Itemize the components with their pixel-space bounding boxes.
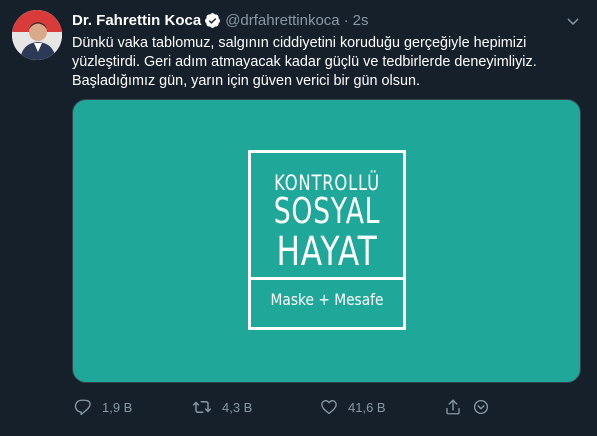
tweet-body: Dr. Fahrettin Koca @drfahrettinkoca · 2s… xyxy=(72,10,583,91)
tweet-text-line: Dünkü vaka tablomuz, salgının ciddiyetin… xyxy=(72,35,527,51)
heart-icon xyxy=(320,398,338,416)
verified-badge-icon xyxy=(204,12,221,29)
timestamp[interactable]: 2s xyxy=(353,12,369,29)
tweet-media-image[interactable]: KONTROLLÜ SOSYAL HAYAT Maske + Mesafe xyxy=(72,99,581,383)
like-button[interactable]: 41,6 B xyxy=(320,398,386,416)
share-icon xyxy=(444,398,462,416)
retweet-button[interactable]: 4,3 B xyxy=(192,398,252,416)
retweet-count: 4,3 B xyxy=(222,399,253,415)
logo-title-block: KONTROLLÜ SOSYAL HAYAT xyxy=(251,153,403,278)
reply-count: 1,9 B xyxy=(102,399,133,415)
tweet-actions: 1,9 B 4,3 B 41,6 B xyxy=(72,398,492,418)
reply-icon xyxy=(74,398,92,416)
reply-button[interactable]: 1,9 B xyxy=(74,398,132,416)
like-count: 41,6 B xyxy=(348,399,386,415)
avatar-image xyxy=(12,10,62,60)
tweet[interactable]: Dr. Fahrettin Koca @drfahrettinkoca · 2s… xyxy=(0,0,597,436)
separator-dot: · xyxy=(343,11,349,29)
share-button[interactable] xyxy=(444,398,490,416)
chevron-down-icon[interactable] xyxy=(565,14,581,30)
logo-line-3: HAYAT xyxy=(276,229,378,275)
campaign-logo: KONTROLLÜ SOSYAL HAYAT Maske + Mesafe xyxy=(248,150,406,330)
logo-divider xyxy=(251,277,403,280)
tweet-text-line: yüzleştirdi. Geri adım atmayacak kadar g… xyxy=(72,54,537,70)
retweet-icon xyxy=(192,398,212,416)
logo-tagline: Maske + Mesafe xyxy=(270,290,384,309)
author-name[interactable]: Dr. Fahrettin Koca xyxy=(72,12,201,29)
bookmark-icon[interactable] xyxy=(472,398,490,416)
avatar[interactable] xyxy=(12,10,62,60)
author-handle[interactable]: @drfahrettinkoca xyxy=(225,12,339,29)
tweet-header: Dr. Fahrettin Koca @drfahrettinkoca · 2s xyxy=(72,10,583,30)
tweet-text-line: Başladığımız gün, yarın için güven veric… xyxy=(72,73,420,89)
logo-line-2: SOSYAL xyxy=(273,191,381,232)
tweet-text: Dünkü vaka tablomuz, salgının ciddiyetin… xyxy=(72,34,583,91)
